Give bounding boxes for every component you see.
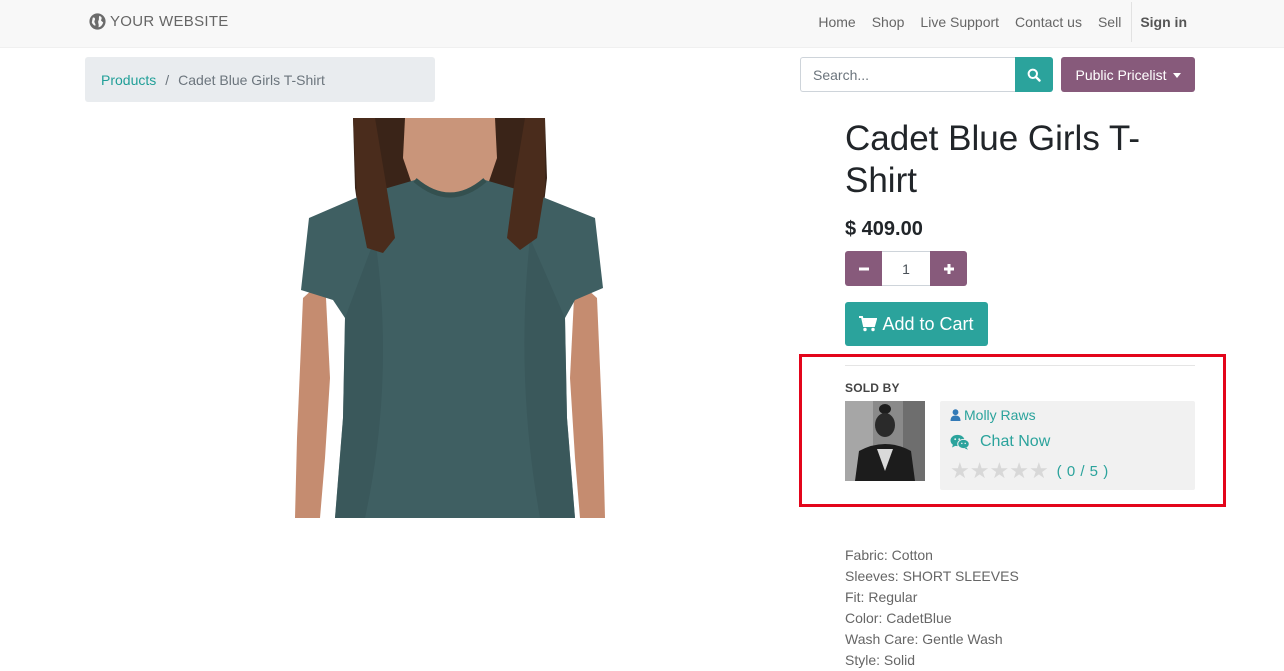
- main-nav: Home Shop Live Support Contact us Sell S…: [810, 0, 1187, 44]
- add-to-cart-button[interactable]: Add to Cart: [845, 302, 988, 346]
- site-logo-text: YOUR WEBSITE: [110, 13, 229, 30]
- attribute-fabric: Fabric: Cotton: [845, 547, 933, 563]
- attribute-wash-care: Wash Care: Gentle Wash: [845, 631, 1003, 647]
- attribute-style: Style: Solid: [845, 652, 916, 668]
- plus-icon: [943, 263, 954, 274]
- pricelist-dropdown[interactable]: Public Pricelist: [1061, 57, 1195, 92]
- quantity-stepper: [845, 251, 967, 286]
- breadcrumb-separator: /: [165, 71, 170, 88]
- search-button[interactable]: [1015, 57, 1053, 92]
- search-icon: [1027, 68, 1041, 82]
- attribute-sleeves: Sleeves: SHORT SLEEVES: [845, 568, 1019, 584]
- product-attributes: Fabric: Cotton Sleeves: SHORT SLEEVES Fi…: [845, 545, 1019, 671]
- nav-sell[interactable]: Sell: [1090, 14, 1129, 30]
- site-logo[interactable]: YOUR WEBSITE: [88, 12, 229, 31]
- seller-highlight-box: [799, 354, 1226, 507]
- search-input[interactable]: [800, 57, 1015, 92]
- globe-icon: [89, 13, 106, 30]
- add-to-cart-label: Add to Cart: [882, 313, 974, 334]
- minus-icon: [858, 267, 869, 270]
- sign-in-link[interactable]: Sign in: [1132, 14, 1187, 30]
- breadcrumb: Products / Cadet Blue Girls T-Shirt: [85, 57, 435, 102]
- nav-contact-us[interactable]: Contact us: [1007, 14, 1090, 30]
- product-image: [275, 118, 625, 518]
- breadcrumb-current: Cadet Blue Girls T-Shirt: [178, 71, 325, 88]
- breadcrumb-products-link[interactable]: Products: [101, 72, 156, 88]
- attribute-fit: Fit: Regular: [845, 589, 918, 605]
- product-price: $ 409.00: [845, 218, 923, 240]
- top-navbar: YOUR WEBSITE Home Shop Live Support Cont…: [0, 0, 1284, 48]
- quantity-decrease-button[interactable]: [845, 251, 882, 286]
- attribute-color: Color: CadetBlue: [845, 610, 952, 626]
- nav-live-support[interactable]: Live Support: [912, 14, 1007, 30]
- nav-shop[interactable]: Shop: [864, 14, 913, 30]
- product-title: Cadet Blue Girls T-Shirt: [845, 119, 1141, 200]
- quantity-input[interactable]: [882, 251, 930, 286]
- shopping-cart-icon: [859, 316, 878, 332]
- nav-home[interactable]: Home: [810, 14, 863, 30]
- quantity-increase-button[interactable]: [930, 251, 967, 286]
- pricelist-label: Public Pricelist: [1075, 66, 1167, 83]
- caret-down-icon: [1172, 72, 1181, 78]
